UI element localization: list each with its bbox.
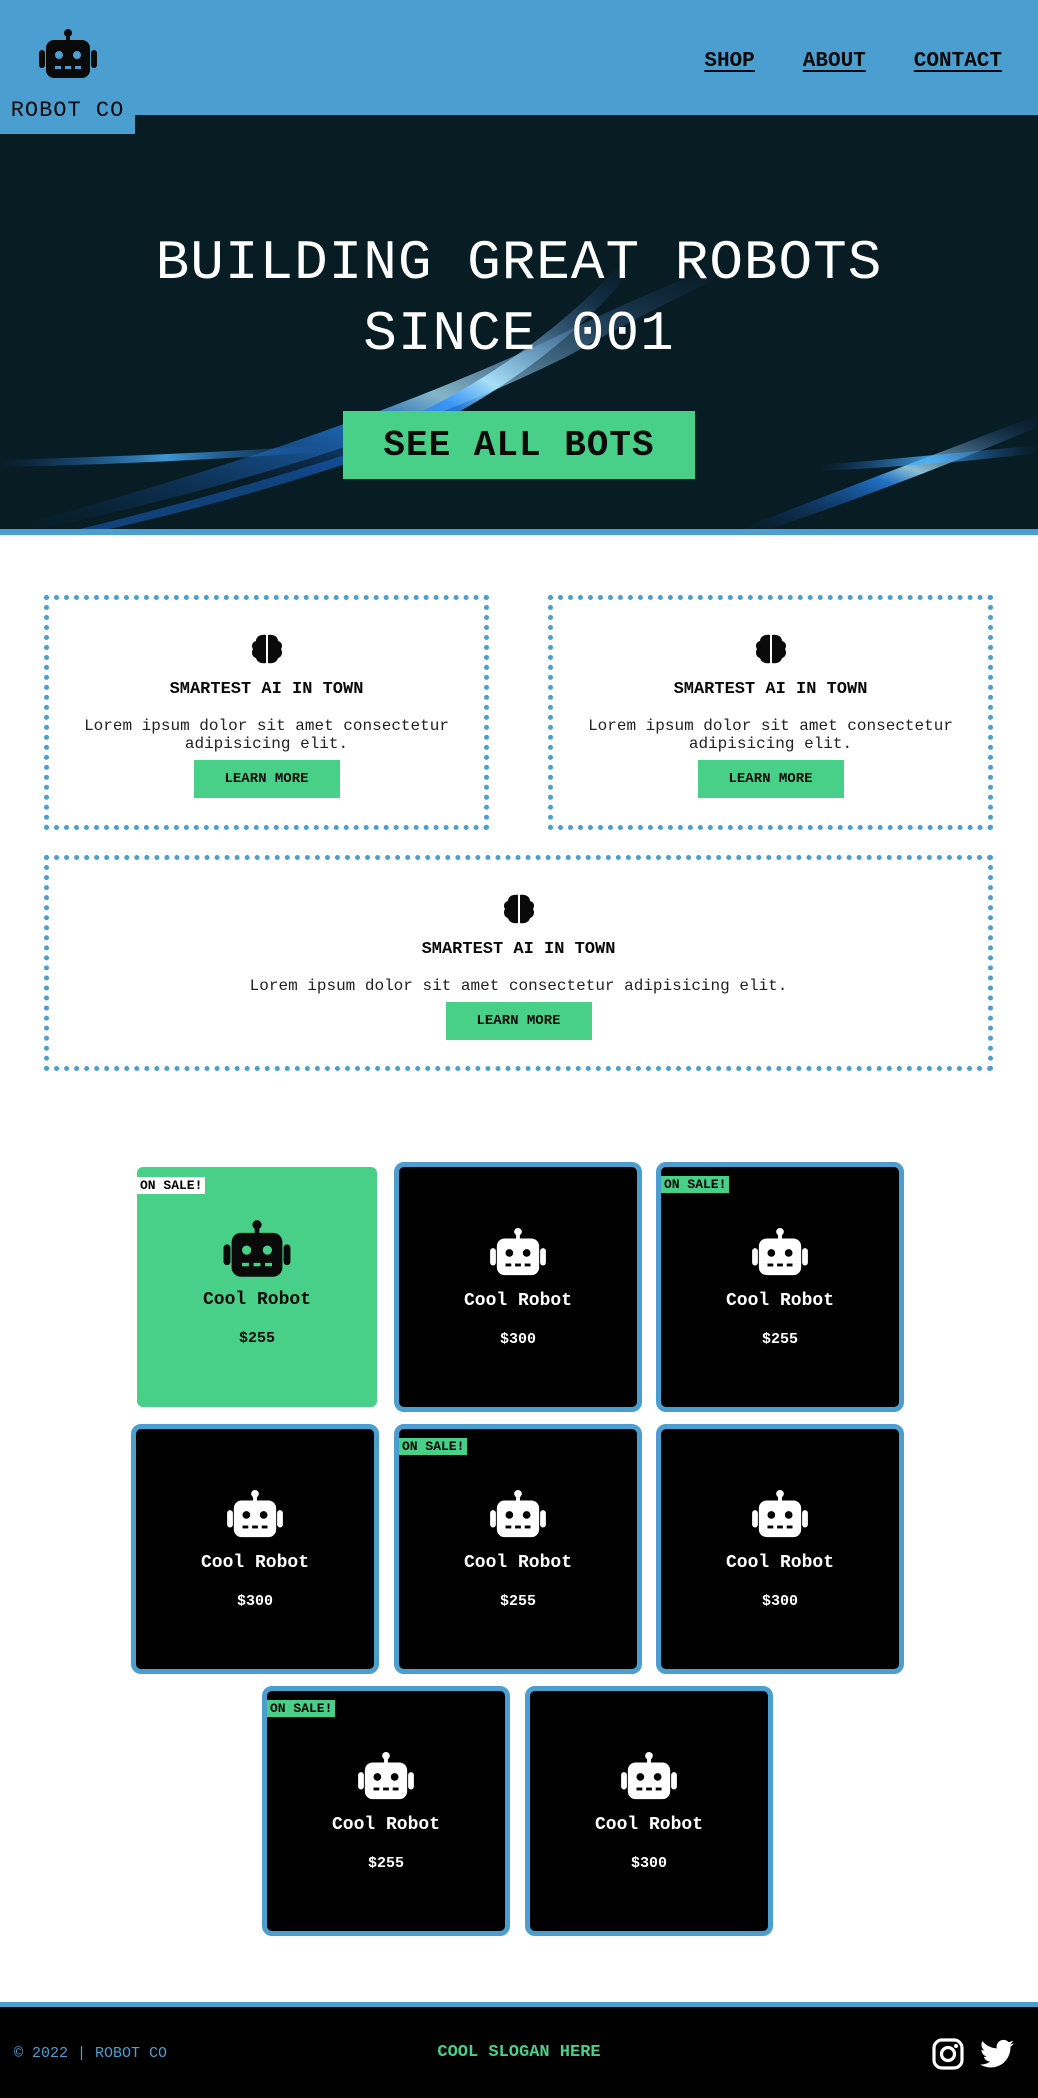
hero-title-line2: SINCE 001 <box>363 302 675 366</box>
product-price: $300 <box>236 1593 273 1610</box>
product-price: $300 <box>630 1855 667 1872</box>
learn-more-button[interactable]: LEARN MORE <box>193 760 340 798</box>
nav-about[interactable]: ABOUT <box>803 50 866 73</box>
product-price: $300 <box>499 1331 536 1348</box>
brain-icon <box>251 634 282 664</box>
feature-text: Lorem ipsum dolor sit amet consectetur a… <box>249 977 788 995</box>
product-card[interactable]: Cool Robot $300 <box>656 1424 904 1674</box>
sale-badge: ON SALE! <box>661 1176 730 1193</box>
sale-badge: ON SALE! <box>137 1177 206 1194</box>
brain-icon <box>503 894 534 924</box>
product-name: Cool Robot <box>200 1553 310 1573</box>
learn-more-button[interactable]: LEARN MORE <box>445 1002 592 1040</box>
robot-icon <box>621 1751 677 1800</box>
hero-title-line1: BUILDING GREAT ROBOTS <box>155 231 883 295</box>
site-footer: © 2022 | ROBOT CO COOL SLOGAN HERE <box>0 2002 1038 2098</box>
hero-title: BUILDING GREAT ROBOTS SINCE 001 <box>0 228 1038 370</box>
nav-shop[interactable]: SHOP <box>704 50 754 73</box>
product-price: $255 <box>499 1593 536 1610</box>
product-price: $255 <box>761 1331 798 1348</box>
site-header: SHOP ABOUT CONTACT <box>0 0 1038 115</box>
feature-title: SMARTEST AI IN TOWN <box>421 940 616 959</box>
product-name: Cool Robot <box>463 1291 573 1311</box>
product-name: Cool Robot <box>725 1553 835 1573</box>
product-card[interactable]: Cool Robot $300 <box>394 1162 642 1412</box>
robot-icon <box>752 1227 808 1276</box>
footer-slogan: COOL SLOGAN HERE <box>437 2043 601 2062</box>
see-all-bots-button[interactable]: SEE ALL BOTS <box>343 411 695 479</box>
product-card[interactable]: ON SALE! Cool Robot $255 <box>137 1167 377 1407</box>
product-name: Cool Robot <box>725 1291 835 1311</box>
product-card[interactable]: Cool Robot $300 <box>131 1424 379 1674</box>
product-card[interactable]: Cool Robot $300 <box>525 1686 773 1936</box>
product-name: Cool Robot <box>463 1553 573 1573</box>
feature-card-wide: SMARTEST AI IN TOWN Lorem ipsum dolor si… <box>44 855 993 1071</box>
instagram-icon[interactable] <box>932 2038 964 2070</box>
sale-badge: ON SALE! <box>267 1700 336 1717</box>
product-card[interactable]: ON SALE! Cool Robot $255 <box>262 1686 510 1936</box>
feature-text: Lorem ipsum dolor sit amet consectetur a… <box>588 717 953 753</box>
robot-icon <box>752 1489 808 1538</box>
product-price: $255 <box>238 1330 275 1347</box>
robot-icon <box>223 1220 291 1277</box>
product-price: $255 <box>367 1855 404 1872</box>
learn-more-button[interactable]: LEARN MORE <box>697 760 844 798</box>
product-name: Cool Robot <box>594 1815 704 1835</box>
nav-contact[interactable]: CONTACT <box>914 50 1002 73</box>
product-price: $300 <box>761 1593 798 1610</box>
logo[interactable]: ROBOT CO <box>0 0 135 134</box>
robot-icon <box>358 1751 414 1800</box>
twitter-icon[interactable] <box>980 2039 1014 2069</box>
robot-icon <box>490 1227 546 1276</box>
main-nav: SHOP ABOUT CONTACT <box>704 50 1002 73</box>
feature-card: SMARTEST AI IN TOWN Lorem ipsum dolor si… <box>44 595 489 830</box>
feature-title: SMARTEST AI IN TOWN <box>169 680 364 699</box>
feature-card: SMARTEST AI IN TOWN Lorem ipsum dolor si… <box>548 595 993 830</box>
product-card[interactable]: ON SALE! Cool Robot $255 <box>394 1424 642 1674</box>
sale-badge: ON SALE! <box>399 1438 468 1455</box>
product-name: Cool Robot <box>202 1290 312 1310</box>
feature-text: Lorem ipsum dolor sit amet consectetur a… <box>84 717 449 753</box>
brain-icon <box>755 634 786 664</box>
robot-icon <box>227 1489 283 1538</box>
robot-logo-icon <box>39 29 97 78</box>
product-name: Cool Robot <box>331 1815 441 1835</box>
logo-text: ROBOT CO <box>10 98 125 123</box>
hero-section: BUILDING GREAT ROBOTS SINCE 001 SEE ALL … <box>0 115 1038 535</box>
product-card[interactable]: ON SALE! Cool Robot $255 <box>656 1162 904 1412</box>
feature-title: SMARTEST AI IN TOWN <box>673 680 868 699</box>
robot-icon <box>490 1489 546 1538</box>
